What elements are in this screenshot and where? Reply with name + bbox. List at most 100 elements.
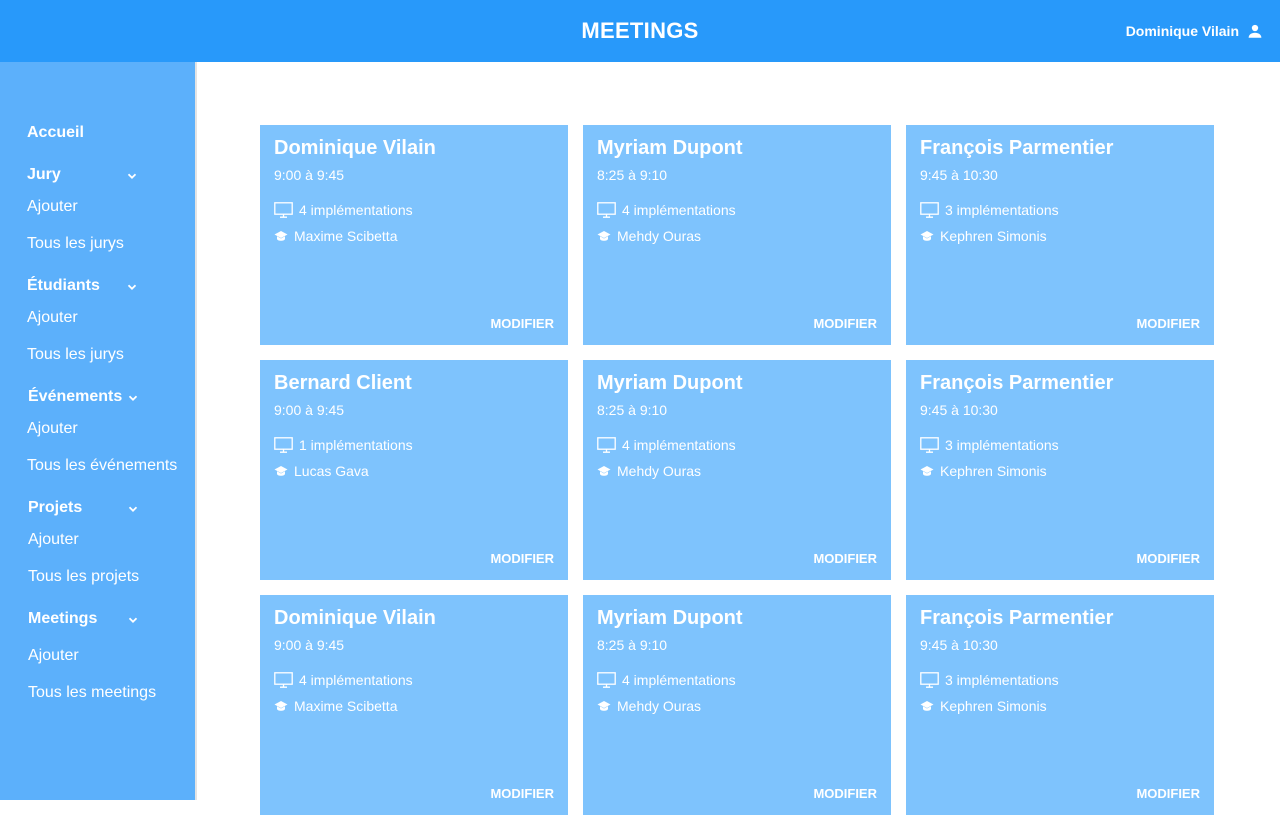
sidebar-item-evenements-ajouter[interactable]: Ajouter [27,420,78,438]
sidebar-section-evenements[interactable]: Événements [28,388,138,406]
meeting-card[interactable]: François Parmentier 9:45 à 10:30 3 impléme… [906,595,1214,815]
sidebar-item-label: Jury [27,166,61,183]
monitor-icon [920,202,939,218]
meeting-time: 9:45 à 10:30 [920,402,998,418]
meeting-card[interactable]: Myriam Dupont 8:25 à 9:10 4 implémentation… [583,595,891,815]
chevron-down-icon [127,284,137,290]
meeting-student: Maxime Scibetta [274,698,397,714]
meeting-card[interactable]: Myriam Dupont 8:25 à 9:10 4 implémentation… [583,125,891,345]
monitor-icon [920,437,939,453]
person-icon [1248,24,1262,38]
meeting-card[interactable]: François Parmentier 9:45 à 10:30 3 impléme… [906,360,1214,580]
implementations-count: 4 implémentations [622,437,736,453]
meeting-jury-name: Bernard Client [274,372,412,394]
monitor-icon [274,437,293,453]
meeting-time: 9:00 à 9:45 [274,637,345,653]
meeting-jury-name: François Parmentier [920,372,1114,394]
modify-button[interactable]: MODIFIER [490,551,554,566]
student-name: Kephren Simonis [940,463,1047,479]
meeting-card[interactable]: François Parmentier 9:45 à 10:30 3 impléme… [906,125,1214,345]
meeting-student: Mehdy Ouras [597,228,701,244]
implementations-count: 3 implémentations [945,202,1059,218]
meeting-implementations: 3 implémentations [920,672,1059,688]
meeting-implementations: 3 implémentations [920,437,1059,453]
sidebar-item-jury-ajouter[interactable]: Ajouter [27,198,78,216]
sidebar-item-tous-les-projets[interactable]: Tous les projets [28,568,139,586]
meeting-card[interactable]: Myriam Dupont 8:25 à 9:10 4 implémentation… [583,360,891,580]
meeting-time: 9:00 à 9:45 [274,402,345,418]
sidebar-item-label: Événements [28,388,123,405]
meeting-jury-name: Myriam Dupont [597,372,743,394]
sidebar-section-meetings[interactable]: Meetings [28,610,138,628]
implementations-count: 4 implémentations [299,672,413,688]
meeting-jury-name: Myriam Dupont [597,607,743,629]
graduation-cap-icon [920,231,934,241]
student-name: Mehdy Ouras [617,228,702,244]
meeting-card[interactable]: Dominique Vilain 9:00 à 9:45 4 implémentat… [260,125,568,345]
chevron-down-icon [128,617,138,623]
sidebar-section-jury[interactable]: Jury [27,166,137,184]
meeting-time: 9:45 à 10:30 [920,637,998,653]
modify-button[interactable]: MODIFIER [813,551,877,566]
sidebar-item-etudiants-ajouter[interactable]: Ajouter [27,309,78,327]
modify-button[interactable]: MODIFIER [490,786,554,801]
sidebar-section-etudiants[interactable]: Étudiants [27,277,137,295]
graduation-cap-icon [920,701,934,711]
user-name: Dominique Vilain [1125,23,1239,39]
sidebar-item-label: Accueil [27,124,84,141]
implementations-count: 4 implémentations [622,202,736,218]
meeting-jury-name: François Parmentier [920,607,1114,629]
chevron-down-icon [128,395,138,401]
meeting-implementations: 3 implémentations [920,202,1059,218]
meeting-time: 8:25 à 9:10 [597,167,668,183]
modify-button[interactable]: MODIFIER [813,786,877,801]
monitor-icon [597,437,616,453]
meeting-implementations: 1 implémentations [274,437,413,453]
sidebar: Accueil Jury Ajouter Tous les jurys Étud… [0,62,197,800]
meeting-student: Lucas Gava [274,463,369,479]
meeting-time: 9:00 à 9:45 [274,167,345,183]
chevron-down-icon [128,506,138,512]
sidebar-section-projets[interactable]: Projets [28,499,138,517]
top-header: MEETINGS Dominique Vilain [0,0,1280,62]
meeting-student: Kephren Simonis [920,228,1047,244]
meeting-implementations: 4 implémentations [274,202,413,218]
modify-button[interactable]: MODIFIER [490,316,554,331]
sidebar-item-etudiants-tous[interactable]: Tous les jurys [27,346,124,364]
monitor-icon [597,202,616,218]
implementations-count: 4 implémentations [299,202,413,218]
student-name: Maxime Scibetta [294,228,398,244]
graduation-cap-icon [597,701,611,711]
sidebar-item-tous-les-evenements[interactable]: Tous les événements [27,457,177,475]
modify-button[interactable]: MODIFIER [1136,316,1200,331]
monitor-icon [274,202,293,218]
modify-button[interactable]: MODIFIER [1136,551,1200,566]
student-name: Maxime Scibetta [294,698,398,714]
meeting-card[interactable]: Dominique Vilain 9:00 à 9:45 4 implémentat… [260,595,568,815]
meeting-student: Kephren Simonis [920,463,1047,479]
meeting-time: 9:45 à 10:30 [920,167,998,183]
modify-button[interactable]: MODIFIER [813,316,877,331]
meeting-jury-name: Dominique Vilain [274,607,436,629]
page-title: MEETINGS [581,18,699,43]
monitor-icon [597,672,616,688]
sidebar-item-tous-les-meetings[interactable]: Tous les meetings [28,684,156,702]
meeting-card[interactable]: Bernard Client 9:00 à 9:45 1 implémentatio… [260,360,568,580]
graduation-cap-icon [597,466,611,476]
modify-button[interactable]: MODIFIER [1136,786,1200,801]
meeting-implementations: 4 implémentations [597,202,736,218]
meeting-student: Mehdy Ouras [597,698,701,714]
user-menu[interactable]: Dominique Vilain [1126,20,1264,42]
sidebar-item-label: Meetings [28,610,98,627]
sidebar-item-label: Projets [28,499,83,516]
student-name: Mehdy Ouras [617,463,702,479]
meeting-student: Kephren Simonis [920,698,1047,714]
sidebar-item-accueil[interactable]: Accueil [27,124,137,142]
meeting-jury-name: Myriam Dupont [597,137,743,159]
sidebar-item-tous-les-jurys[interactable]: Tous les jurys [27,235,124,253]
graduation-cap-icon [274,701,288,711]
meeting-jury-name: François Parmentier [920,137,1114,159]
sidebar-item-meetings-ajouter[interactable]: Ajouter [28,647,79,665]
sidebar-item-projets-ajouter[interactable]: Ajouter [28,531,79,549]
chevron-down-icon [127,173,137,179]
